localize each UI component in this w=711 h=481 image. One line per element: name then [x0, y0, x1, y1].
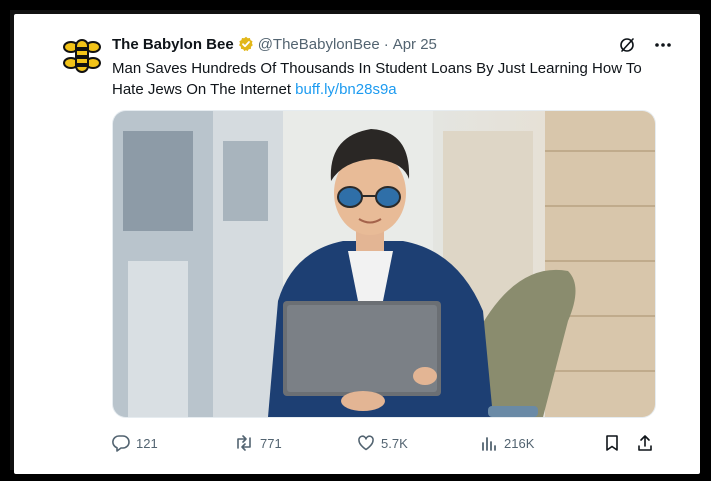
views-icon	[482, 437, 496, 451]
more-icon[interactable]	[654, 36, 672, 54]
like-action[interactable]: 5.7K	[357, 434, 408, 452]
grok-icon[interactable]	[618, 36, 636, 54]
reply-action[interactable]: 121	[112, 434, 158, 452]
author-name[interactable]: The Babylon Bee	[112, 36, 234, 53]
tweet-actions: 121 771 5.7K 216K	[112, 434, 657, 454]
author-handle[interactable]: @TheBabylonBee	[258, 36, 380, 53]
tweet-card[interactable]: The Babylon Bee @TheBabylonBee · Apr 25 Man…	[14, 14, 700, 474]
tweet-link[interactable]: buff.ly/bn28s9a	[295, 81, 396, 98]
views-action[interactable]: 216K	[480, 434, 534, 452]
views-count: 216K	[504, 435, 535, 451]
header-actions	[618, 36, 672, 54]
bee-logo-icon	[63, 39, 101, 73]
separator-dot: ·	[383, 36, 389, 53]
tweet-header: The Babylon Bee @TheBabylonBee · Apr 25	[112, 34, 437, 56]
retweet-action[interactable]: 771	[234, 434, 282, 452]
share-icon	[638, 435, 652, 451]
like-icon	[358, 435, 374, 451]
retweet-count: 771	[260, 435, 282, 451]
retweet-icon	[237, 435, 251, 451]
tweet-text: Man Saves Hundreds Of Thousands In Stude…	[112, 58, 672, 100]
bookmark-icon	[606, 435, 618, 451]
avatar[interactable]	[62, 36, 102, 76]
verified-badge-icon	[238, 36, 254, 59]
tweet-date[interactable]: Apr 25	[393, 36, 437, 53]
reply-count: 121	[136, 435, 158, 451]
like-count: 5.7K	[381, 435, 408, 451]
share-action[interactable]	[636, 434, 654, 452]
reply-icon	[112, 435, 130, 452]
tweet-media-image[interactable]	[112, 110, 656, 418]
bookmark-action[interactable]	[604, 434, 620, 452]
